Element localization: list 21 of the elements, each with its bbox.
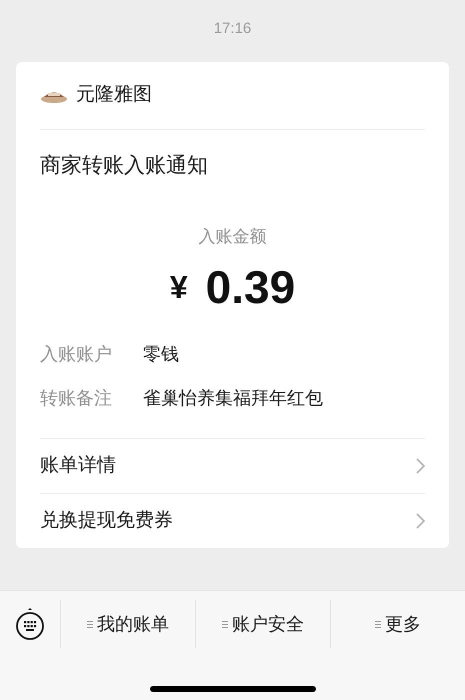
chevron-right-icon [416, 513, 425, 529]
chevron-right-icon [416, 458, 425, 474]
menu-tab[interactable]: 更多 [375, 610, 421, 638]
menu-lines-icon [375, 620, 381, 628]
keyboard-icon[interactable] [15, 607, 45, 641]
menu-tab[interactable]: 我的账单 [87, 610, 169, 638]
menu-lines-icon [87, 620, 93, 628]
detail-label: 转账备注 [40, 387, 113, 410]
detail-label: 入账账户 [40, 343, 113, 366]
detail-value: 零钱 [143, 343, 179, 366]
amount-label: 入账金额 [198, 226, 266, 248]
menu-lines-icon [222, 620, 228, 628]
merchant-name: 元隆雅图 [76, 83, 152, 108]
link-row[interactable]: 账单详情 [40, 438, 425, 493]
link-row[interactable]: 兑换提现免费券 [40, 493, 425, 548]
menu-tab[interactable]: 账户安全 [222, 610, 304, 638]
currency-symbol: ¥ [170, 268, 188, 307]
message-time: 17:16 [214, 18, 252, 39]
amount-value: 0.39 [206, 264, 296, 310]
notification-title: 商家转账入账通知 [40, 154, 208, 177]
detail-value: 雀巢怡养集福拜年红包 [143, 387, 323, 410]
